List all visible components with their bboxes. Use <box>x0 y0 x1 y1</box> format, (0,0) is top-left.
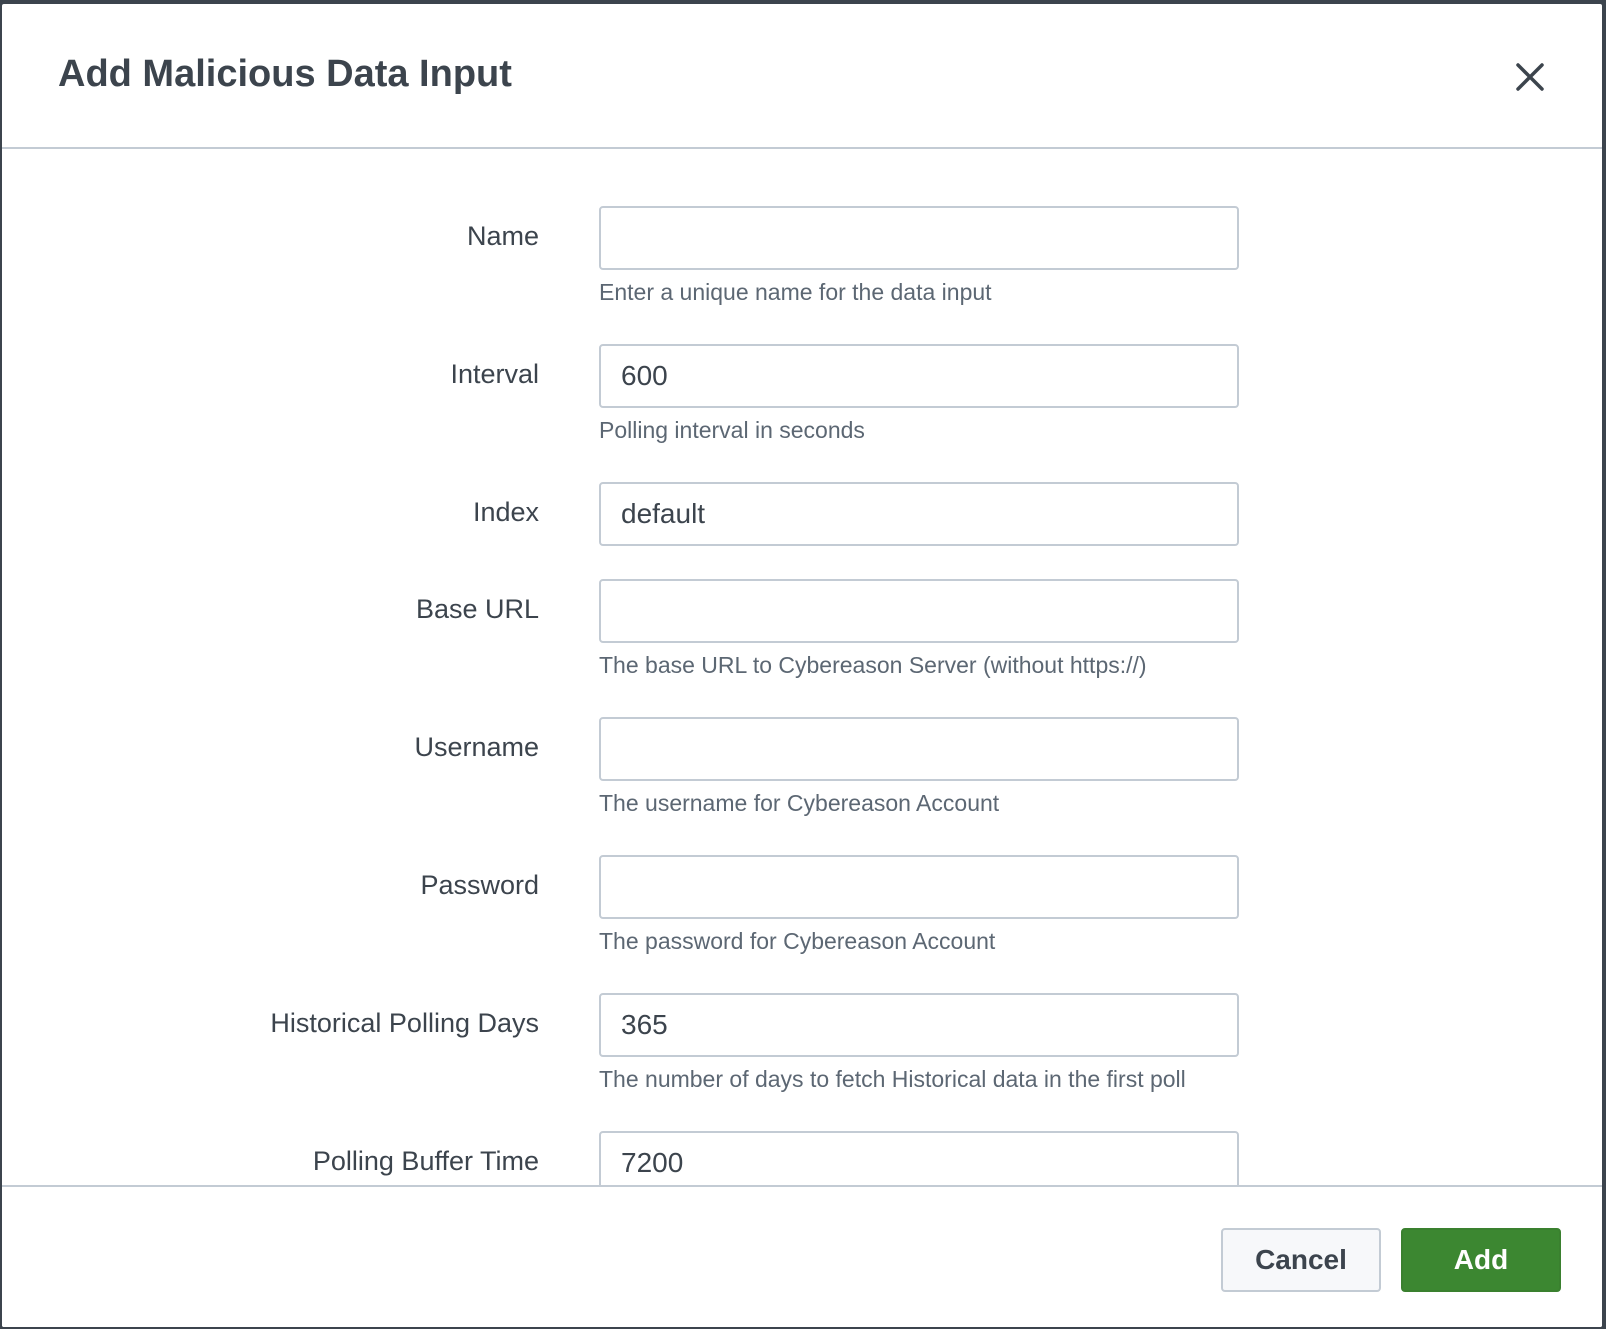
name-help-text: Enter a unique name for the data input <box>599 279 992 305</box>
add-button[interactable]: Add <box>1401 1228 1561 1292</box>
add-data-input-dialog: Add Malicious Data Input Name Enter a un… <box>2 4 1602 1327</box>
base-url-label: Base URL <box>415 594 539 624</box>
password-label: Password <box>420 870 539 900</box>
cancel-button[interactable]: Cancel <box>1221 1228 1381 1292</box>
historical-polling-days-label: Historical Polling Days <box>270 1008 539 1038</box>
base-url-input[interactable] <box>599 579 1239 643</box>
name-input[interactable] <box>599 206 1239 270</box>
index-input[interactable] <box>599 482 1239 546</box>
index-label: Index <box>472 497 539 527</box>
username-label: Username <box>414 732 539 762</box>
polling-buffer-time-label: Polling Buffer Time <box>312 1146 539 1176</box>
name-label: Name <box>466 221 539 251</box>
dialog-header: Add Malicious Data Input <box>2 4 1602 149</box>
password-input[interactable] <box>599 855 1239 919</box>
historical-polling-days-help-text: The number of days to fetch Historical d… <box>599 1066 1186 1092</box>
dialog-footer: Cancel Add <box>2 1185 1602 1327</box>
username-help-text: The username for Cybereason Account <box>599 790 1000 816</box>
interval-label: Interval <box>450 359 539 389</box>
username-input[interactable] <box>599 717 1239 781</box>
base-url-help-text: The base URL to Cybereason Server (witho… <box>599 652 1147 678</box>
historical-polling-days-input[interactable] <box>599 993 1239 1057</box>
close-icon <box>1516 63 1544 91</box>
dialog-title: Add Malicious Data Input <box>58 53 512 95</box>
interval-help-text: Polling interval in seconds <box>599 417 865 443</box>
polling-buffer-time-input[interactable] <box>599 1131 1239 1185</box>
interval-input[interactable] <box>599 344 1239 408</box>
password-help-text: The password for Cybereason Account <box>599 928 996 954</box>
dialog-body: Name Enter a unique name for the data in… <box>2 149 1602 1185</box>
close-button[interactable] <box>1512 59 1548 95</box>
